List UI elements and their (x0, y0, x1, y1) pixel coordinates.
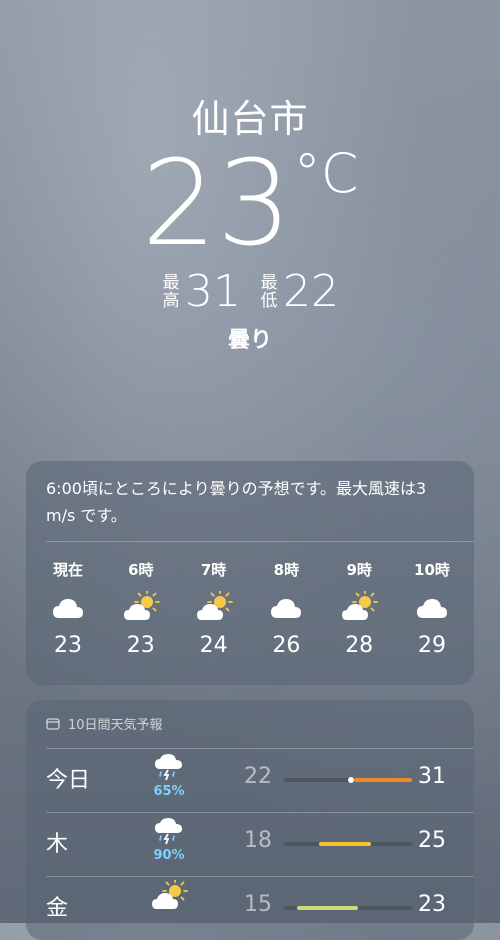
hour-temp: 24 (199, 633, 228, 658)
cloud-icon (250, 587, 322, 627)
divider (46, 541, 474, 542)
precip-chance: 65% (153, 784, 185, 799)
temp-range-bar (284, 906, 412, 910)
temperature-value: 23 (141, 134, 292, 272)
precip-chance: 90% (153, 848, 185, 863)
calendar-icon (46, 718, 60, 730)
high-temp: 最高 31 (161, 266, 242, 317)
condition-text: 曇り (227, 328, 272, 353)
hour-label: 現在 (52, 561, 83, 579)
low-temp: 18 (244, 828, 272, 853)
forecast-summary: 6:00頃にところにより曇りの予想です。最大風速は3 m/s です。 (46, 479, 427, 525)
ten-day-header: 10日間天気予報 (46, 714, 163, 733)
hourly-item: 現在 23 (32, 559, 104, 658)
high-low: 最高 31 最低 22 (0, 266, 500, 317)
high-temp: 23 (418, 892, 446, 917)
low-temp: 15 (244, 892, 272, 917)
day-label: 木 (46, 832, 69, 857)
temp-range-fill (296, 906, 359, 910)
hour-temp: 23 (126, 633, 155, 658)
temp-range-fill (318, 842, 372, 846)
daily-row[interactable]: 金 15 23 (26, 876, 474, 938)
cloud-icon (396, 587, 468, 627)
hour-temp: 26 (272, 633, 301, 658)
hour-label: 7時 (200, 561, 227, 579)
low-label: 最低 (260, 272, 278, 311)
hour-label: 6時 (128, 561, 154, 579)
hourly-item: 6時 23 (105, 559, 177, 658)
partly-sunny-icon (323, 587, 395, 627)
partly-sunny-icon (178, 587, 250, 627)
temp-range-bar (284, 842, 412, 846)
ten-day-title: 10日間天気予報 (68, 718, 163, 733)
high-temp: 25 (418, 828, 446, 853)
day-label: 今日 (46, 768, 91, 793)
thunderstorm-rain-icon: 65% (146, 752, 192, 799)
hour-label: 8時 (273, 561, 300, 579)
temp-range-bar (284, 777, 412, 783)
daily-row[interactable]: 今日 65% 22 31 (26, 748, 474, 810)
high-temp: 31 (418, 764, 446, 789)
day-label: 金 (46, 896, 69, 921)
thunderstorm-rain-icon: 90% (146, 816, 192, 863)
hour-label: 9時 (346, 561, 372, 579)
low-value: 22 (283, 266, 339, 317)
cloud-icon (32, 587, 104, 627)
hour-temp: 29 (417, 633, 446, 658)
hour-temp: 28 (345, 633, 374, 658)
temp-range-fill (354, 778, 412, 782)
hourly-item: 8時 26 (250, 559, 322, 658)
high-value: 31 (185, 266, 241, 317)
ten-day-forecast-card[interactable]: 10日間天気予報 今日 65% 22 31 木 90% 18 25 金 15 23 (26, 700, 474, 940)
hourly-forecast-card[interactable]: 6:00頃にところにより曇りの予想です。最大風速は3 m/s です。 現在 23 6… (26, 461, 474, 685)
hourly-list[interactable]: 現在 23 6時 23 7時 24 8時 26 9時 28 10時 29 (32, 559, 468, 658)
hourly-item: 9時 28 (323, 559, 395, 658)
current-temp-dot (348, 777, 355, 783)
partly-sunny-icon (146, 878, 192, 914)
hour-label: 10時 (414, 561, 450, 579)
partly-sunny-icon (105, 587, 177, 627)
hourly-item: 10時 29 (396, 559, 468, 658)
daily-row[interactable]: 木 90% 18 25 (26, 812, 474, 874)
temperature-unit: °C (293, 142, 359, 205)
hour-temp: 23 (54, 633, 82, 658)
high-label: 最高 (162, 272, 180, 311)
hourly-item: 7時 24 (178, 559, 250, 658)
low-temp: 最低 22 (259, 266, 340, 317)
low-temp: 22 (244, 764, 272, 789)
